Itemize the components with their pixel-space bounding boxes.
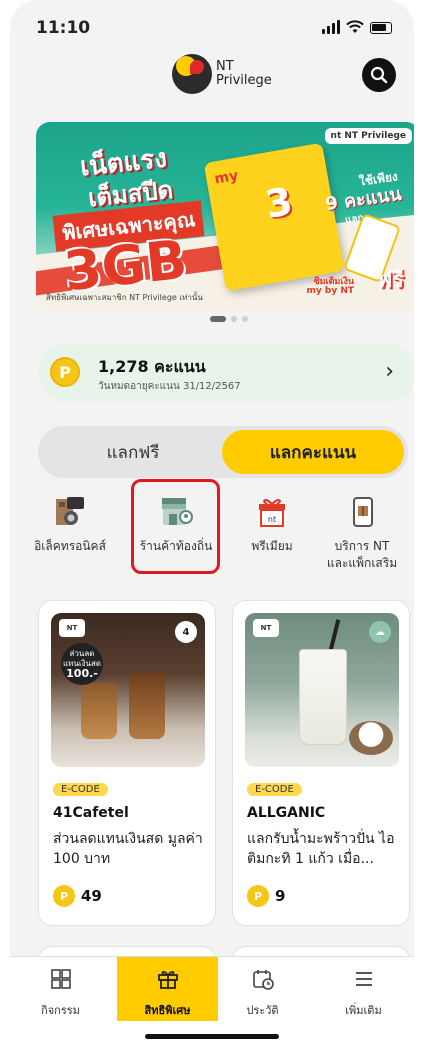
logo-text-line2: Privilege [216,73,272,88]
reward-card-allganic[interactable]: NT ☁ E-CODE ALLGANIC แลกรับน้ำมะพร้าวปั่… [232,600,410,926]
category-label: อิเล็คทรอนิคส์ [34,539,106,553]
category-electronics[interactable]: อิเล็คทรอนิคส์ [22,492,118,555]
calendar-history-icon [252,970,274,990]
banner-right-line2: 9 คะแนน [324,183,404,216]
nav-activities[interactable]: กิจกรรม [10,957,111,1021]
carousel-dot[interactable] [242,316,248,322]
ecode-tag: E-CODE [53,783,108,796]
phone-package-icon [342,492,382,532]
signal-icon [322,20,340,34]
nav-label: เพิ่มเติม [345,1004,382,1017]
category-premium[interactable]: nt พรีเมียม [224,492,320,555]
points-coin-icon: P [53,885,75,907]
reward-price: P 9 [247,885,285,907]
nt-privilege-logo: NT Privilege [172,54,272,94]
points-coin-icon: P [50,357,80,387]
search-icon [370,66,388,84]
chevron-right-icon: › [385,359,394,384]
status-icons [322,20,392,34]
menu-icon [355,972,372,986]
nav-history[interactable]: ประวัติ [212,957,313,1021]
header: NT Privilege [10,48,414,108]
nav-more[interactable]: เพิ่มเติม [313,957,414,1021]
electronics-icon [50,492,90,532]
points-coin-icon: P [247,885,269,907]
status-time: 11:10 [36,18,91,38]
logo-text-line1: NT [216,59,234,74]
wifi-icon [346,20,364,33]
reward-card-41cafetel[interactable]: NT ส่วนลด แทนเงินสด 100.- 4 E-CODE 41Caf… [38,600,216,926]
discount-badge: ส่วนลด แทนเงินสด 100.- [61,643,103,685]
tab-free-redeem[interactable]: แลกฟรี [42,430,224,474]
brand-logo-icon: ☁ [369,621,391,643]
carousel-dot[interactable] [231,316,237,322]
nav-privileges[interactable]: สิทธิพิเศษ [117,957,218,1021]
reward-description: แลกรับน้ำมะพร้าวปั่น ไอติมกะทิ 1 แก้ว เม… [247,831,395,867]
sim-package-image: my 3 [203,142,345,292]
reward-points: 49 [81,887,102,905]
points-value: 1,278 คะแนน [98,357,206,376]
carousel-dot-active[interactable] [210,316,226,322]
ecode-tag: E-CODE [247,783,302,796]
reward-price: P 49 [53,885,102,907]
status-bar: 11:10 [10,0,414,54]
battery-icon [370,22,392,34]
nav-label: ประวัติ [246,1004,279,1017]
tab-points-redeem[interactable]: แลกคะแนน [222,430,404,474]
activity-puzzle-icon [50,969,71,989]
reward-points: 9 [275,887,286,905]
redeem-tabs: แลกฟรี แลกคะแนน [38,426,408,478]
carousel-dots[interactable] [210,316,248,322]
banner-note: สิทธิพิเศษเฉพาะสมาชิก NT Privilege เท่าน… [46,293,203,302]
nav-label: สิทธิพิเศษ [144,1004,191,1017]
points-card[interactable]: P 1,278 คะแนน วันหมดอายุคะแนน 31/12/2567… [38,343,414,403]
search-button[interactable] [362,58,396,92]
gift-icon [157,971,178,989]
banner-nt-logo: nt NT Privilege [324,128,412,144]
home-indicator[interactable] [145,1034,279,1039]
reward-brand: 41Cafetel [53,805,129,821]
highlight-box [131,479,220,574]
points-expiry: วันหมดอายุคะแนน 31/12/2567 [98,381,241,392]
promo-banner[interactable]: เน็ตแรง เต็มสปีด พิเศษเฉพาะคุณ 3GB my 3 … [36,122,414,312]
banner-right-line5: my by NT [306,286,355,296]
app-screen: 11:10 NT Privilege เน็ตแรง เต็มสปีด พิเศ… [10,0,414,1048]
nav-label: กิจกรรม [41,1004,80,1017]
nt-privilege-badge: NT [253,619,279,637]
brand-logo-icon: 4 [175,621,197,643]
reward-image: NT ☁ [245,613,399,767]
banner-free-text: ฟรี [376,268,404,293]
category-nt-services[interactable]: บริการ NT และแพ็กเสริม [314,492,410,572]
category-label: พรีเมียม [251,539,293,553]
logo-mark-icon [172,54,212,94]
category-label: บริการ NT และแพ็กเสริม [326,539,398,570]
gift-box-icon: nt [252,492,292,532]
nt-privilege-badge: NT [59,619,85,637]
reward-image: NT ส่วนลด แทนเงินสด 100.- 4 [51,613,205,767]
svg-text:nt: nt [268,515,276,524]
reward-description: ส่วนลดแทนเงินสด มูลค่า 100 บาท [53,831,203,867]
reward-brand: ALLGANIC [247,805,326,821]
